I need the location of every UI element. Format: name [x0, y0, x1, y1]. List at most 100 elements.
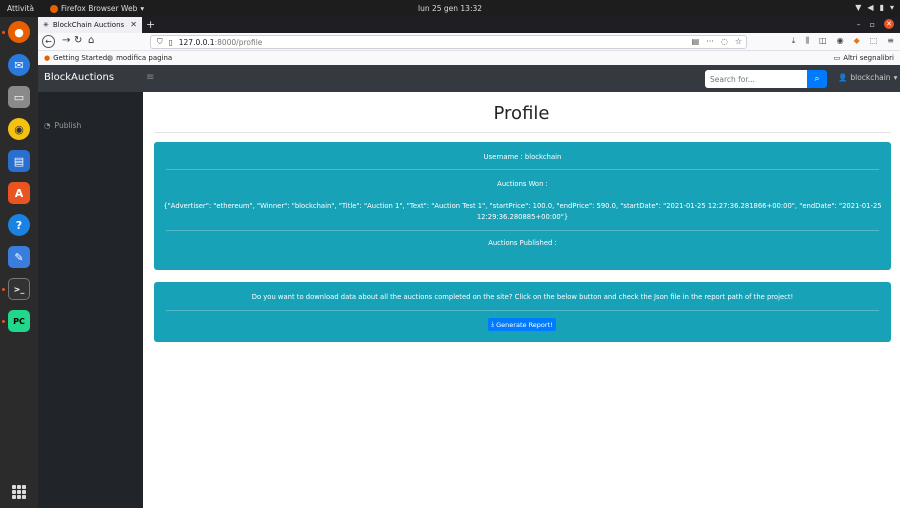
dock: ● ✉ ▭ ◉ ▤ A ? ✎ >_ PC	[0, 17, 38, 508]
main-content: Profile Username : blockchain Auctions W…	[143, 92, 900, 508]
files-icon[interactable]: ▭	[8, 86, 30, 108]
close-window-icon[interactable]: ✕	[884, 19, 894, 29]
divider	[166, 230, 879, 231]
search-icon: ⌕	[814, 74, 820, 84]
running-indicator	[2, 288, 5, 291]
software-center-icon[interactable]: A	[8, 182, 30, 204]
pycharm-icon[interactable]: PC	[8, 310, 30, 332]
bookmark-star-icon[interactable]: ☆	[735, 37, 742, 46]
firefox-icon	[50, 4, 58, 13]
bookmark-modifica-pagina[interactable]: ◍ modifica pagina	[107, 54, 172, 62]
report-description: Do you want to download data about all t…	[251, 293, 794, 301]
site-navbar: BlockAuctions ≡ ⌕ 👤 blockchain ▾	[38, 65, 900, 92]
battery-icon: ▮	[879, 3, 884, 12]
browser-tab-strip: ✳ BlockChain Auctions ✕ + – ▫ ✕	[38, 17, 900, 33]
account-icon[interactable]: ◉	[837, 36, 844, 46]
palette-icon: ◔	[44, 121, 51, 130]
toolbar-icons: ⤓ ⫼ ◫ ◉ ◆ ⬚ ≡	[792, 36, 894, 46]
search-input[interactable]	[705, 70, 807, 88]
url-host: 127.0.0.1	[178, 37, 215, 47]
system-top-bar: Attività Firefox Browser Web ▾ lun 25 ge…	[0, 0, 900, 17]
web-page: BlockAuctions ≡ ⌕ 👤 blockchain ▾ ◔ Publi…	[38, 65, 900, 508]
firefox-icon: ●	[44, 54, 51, 62]
new-tab-button[interactable]: +	[146, 18, 155, 31]
running-indicator	[2, 320, 5, 323]
wifi-icon: ▼	[855, 3, 862, 12]
tab-title: BlockChain Auctions	[52, 21, 125, 29]
browser-nav-bar: ← → ↻ ⌂ ⛉ ▯ 127.0.0.1:8000/profile ▤ ···…	[38, 33, 900, 51]
system-tray[interactable]: ▼ ◀ ▮ ▾	[855, 3, 894, 12]
downloads-icon[interactable]: ⤓	[792, 36, 796, 46]
shield-icon: ⛉	[157, 37, 163, 46]
auctions-published-heading: Auctions Published :	[488, 239, 557, 247]
reload-button[interactable]: ↻	[74, 35, 82, 46]
show-applications-icon[interactable]	[12, 485, 26, 499]
url-path: :8000/profile	[214, 37, 263, 47]
globe-icon: ◍	[107, 54, 114, 62]
page-info-icon: ▯	[168, 37, 173, 47]
report-card: Do you want to download data about all t…	[154, 282, 891, 342]
maximize-icon[interactable]: ▫	[870, 20, 875, 29]
running-indicator	[2, 31, 5, 34]
url-bar[interactable]: ⛉ ▯ 127.0.0.1:8000/profile ▤ ··· ◌ ☆	[150, 35, 747, 49]
divider	[166, 310, 879, 311]
forward-button[interactable]: →	[62, 35, 70, 46]
folder-icon: ▭	[833, 54, 841, 62]
window-controls: – ▫ ✕	[857, 19, 894, 29]
bookmark-label: Getting Started	[53, 54, 108, 62]
auctions-won-heading: Auctions Won :	[497, 180, 548, 188]
other-bookmarks-label: Altri segnalibri	[843, 54, 894, 62]
terminal-icon[interactable]: >_	[8, 278, 30, 300]
firefox-icon[interactable]: ●	[8, 21, 30, 43]
caret-down-icon: ▾	[893, 73, 898, 82]
chevron-down-icon: ▾	[889, 3, 894, 12]
bookmark-getting-started[interactable]: ● Getting Started	[44, 54, 107, 62]
bookmark-label: modifica pagina	[116, 54, 173, 62]
rhythmbox-icon[interactable]: ◉	[8, 118, 30, 140]
home-button[interactable]: ⌂	[88, 35, 94, 46]
favicon-icon: ✳	[43, 21, 49, 29]
divider	[166, 169, 879, 170]
library-icon[interactable]: ⫼	[805, 36, 809, 46]
chevron-down-icon: ▾	[140, 4, 145, 13]
extensions-icon[interactable]: ⬚	[870, 36, 878, 46]
close-tab-icon[interactable]: ✕	[130, 20, 137, 29]
reader-view-icon[interactable]: ▤	[692, 37, 700, 46]
site-brand[interactable]: BlockAuctions	[44, 72, 114, 83]
won-auction-line-2: 12:29:36.280885+00:00"}	[476, 213, 569, 221]
divider	[154, 132, 891, 133]
other-bookmarks[interactable]: ▭ Altri segnalibri	[834, 54, 894, 62]
user-icon: 👤	[838, 73, 848, 82]
profile-card: Username : blockchain Auctions Won : {"A…	[154, 142, 891, 270]
help-icon[interactable]: ?	[8, 214, 30, 236]
generate-report-button[interactable]: ⤓ Generate Report!	[488, 318, 556, 331]
app-menu-label: Firefox Browser Web	[61, 4, 138, 13]
writer-icon[interactable]: ▤	[8, 150, 30, 172]
page-actions-icon[interactable]: ···	[706, 37, 714, 46]
pocket-icon[interactable]: ◌	[721, 37, 728, 46]
bookmarks-bar: ● Getting Started ◍ modifica pagina ▭ Al…	[38, 51, 900, 65]
sidebar-item-label: Publish	[54, 121, 82, 130]
won-auction-line-1: {"Advertiser": "ethereum", "Winner": "bl…	[163, 202, 882, 210]
button-label: Generate Report!	[496, 320, 553, 329]
page-title: Profile	[493, 103, 550, 124]
search-button[interactable]: ⌕	[807, 70, 827, 88]
site-sidebar: ◔ Publish	[38, 92, 143, 508]
sidebar-icon[interactable]: ◫	[819, 36, 827, 46]
minimize-icon[interactable]: –	[857, 20, 861, 29]
app-menu[interactable]: Firefox Browser Web ▾	[50, 4, 144, 13]
download-icon: ⤓	[491, 320, 495, 328]
text-editor-icon[interactable]: ✎	[8, 246, 30, 268]
thunderbird-icon[interactable]: ✉	[8, 54, 30, 76]
browser-tab[interactable]: ✳ BlockChain Auctions ✕	[38, 17, 142, 33]
sidebar-item-publish[interactable]: ◔ Publish	[44, 121, 81, 130]
user-dropdown[interactable]: 👤 blockchain ▾	[838, 73, 897, 82]
user-name: blockchain	[850, 73, 891, 82]
back-button[interactable]: ←	[42, 35, 55, 48]
menu-icon[interactable]: ≡	[887, 36, 894, 46]
sidebar-toggle-icon[interactable]: ≡	[146, 72, 154, 83]
metamask-icon[interactable]: ◆	[854, 36, 860, 46]
volume-icon: ◀	[867, 3, 874, 12]
activities-button[interactable]: Attività	[7, 4, 34, 13]
username-line: Username : blockchain	[483, 153, 562, 161]
